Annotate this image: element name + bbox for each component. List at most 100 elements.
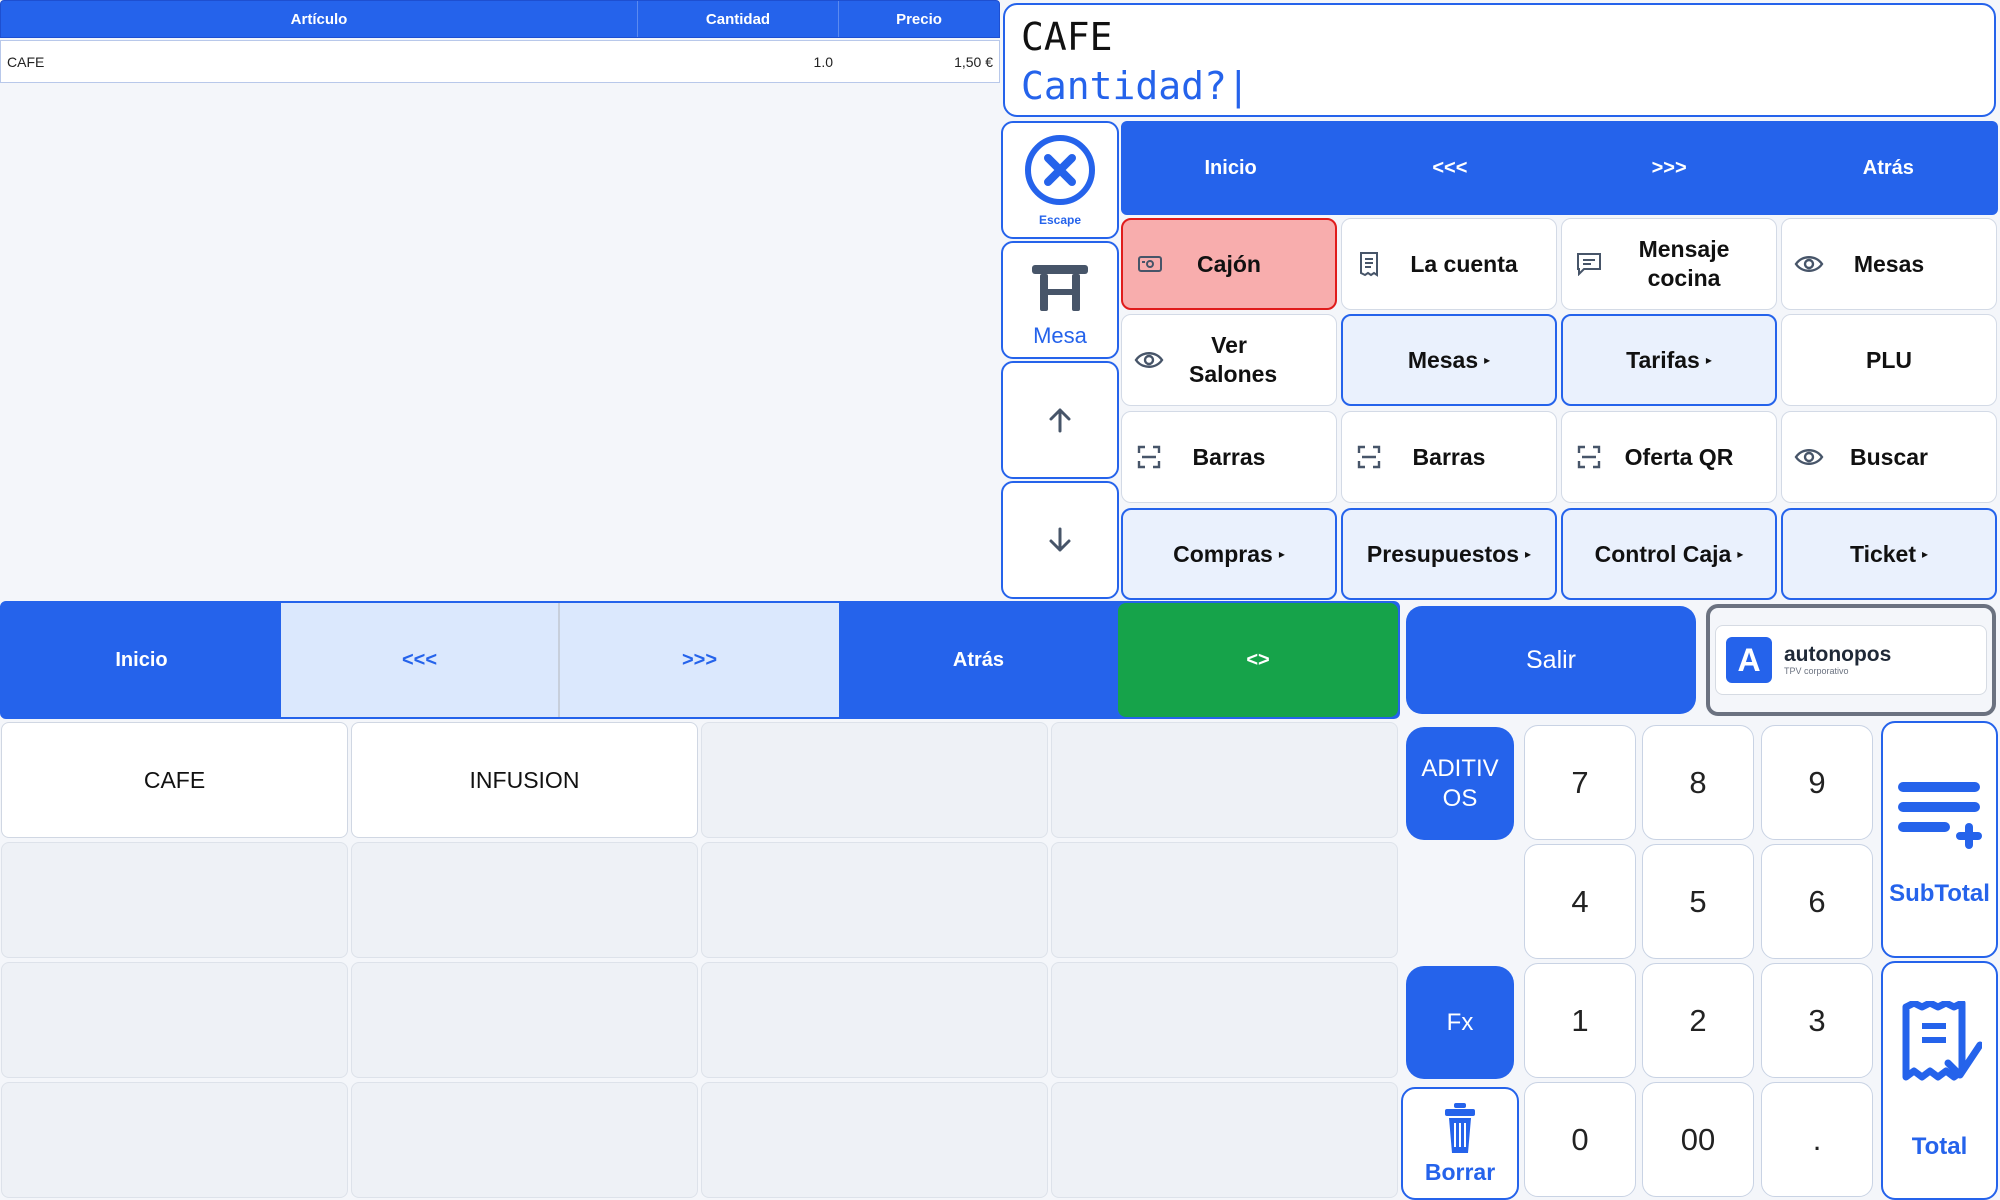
scan-frame-icon — [1354, 442, 1384, 472]
display-prompt: Cantidad?| — [1021, 64, 1250, 108]
key-decimal[interactable]: . — [1761, 1082, 1873, 1197]
brand-name: autonopos — [1784, 643, 1892, 666]
receipt-check-icon — [1902, 1000, 1982, 1080]
product-nav-next[interactable]: >>> — [560, 603, 839, 717]
buscar-button[interactable]: Buscar — [1781, 411, 1997, 503]
menu-nav-atras[interactable]: Atrás — [1779, 121, 1998, 215]
escape-label: Escape — [1038, 213, 1082, 227]
brand-panel: A autonopos TPV corporativo — [1706, 604, 1996, 716]
table-icon — [1032, 265, 1088, 311]
key-6[interactable]: 6 — [1761, 844, 1873, 959]
product-infusion[interactable]: INFUSION — [351, 722, 698, 838]
eye-icon — [1794, 442, 1824, 472]
submenu-arrow-icon: ▸ — [1737, 546, 1744, 561]
key-4[interactable]: 4 — [1524, 844, 1636, 959]
key-7[interactable]: 7 — [1524, 725, 1636, 840]
presupuestos-submenu-button[interactable]: Presupuestos ▸ — [1341, 508, 1557, 600]
product-empty[interactable] — [1051, 1082, 1398, 1198]
product-empty[interactable] — [351, 962, 698, 1078]
row-item: CAFE — [7, 53, 45, 70]
submenu-arrow-icon: ▸ — [1922, 546, 1929, 561]
menu-nav-inicio[interactable]: Inicio — [1121, 121, 1340, 215]
mensaje-cocina-button[interactable]: Mensaje cocina — [1561, 218, 1777, 310]
la-cuenta-button[interactable]: La cuenta — [1341, 218, 1557, 310]
key-2[interactable]: 2 — [1642, 963, 1754, 1078]
trash-icon — [1445, 1103, 1475, 1153]
key-3[interactable]: 3 — [1761, 963, 1873, 1078]
submenu-arrow-icon: ▸ — [1525, 546, 1532, 561]
oferta-qr-button[interactable]: Oferta QR — [1561, 411, 1777, 503]
eye-icon — [1794, 249, 1824, 279]
product-nav-bar: Inicio <<< >>> Atrás <> — [0, 601, 1400, 719]
tarifas-submenu-button[interactable]: Tarifas ▸ — [1561, 314, 1777, 406]
total-label: Total — [1911, 1132, 1968, 1160]
product-nav-prev[interactable]: <<< — [281, 603, 560, 717]
product-empty[interactable] — [701, 1082, 1048, 1198]
product-empty[interactable] — [1, 1082, 348, 1198]
control-caja-submenu-button[interactable]: Control Caja ▸ — [1561, 508, 1777, 600]
menu-nav-next[interactable]: >>> — [1560, 121, 1779, 215]
close-circle-icon — [1025, 135, 1095, 205]
product-empty[interactable] — [1, 842, 348, 958]
ver-salones-button[interactable]: Ver Salones — [1121, 314, 1337, 406]
message-icon — [1574, 249, 1604, 279]
cajon-button[interactable]: Cajón — [1121, 218, 1337, 310]
product-empty[interactable] — [1051, 962, 1398, 1078]
product-empty[interactable] — [1051, 842, 1398, 958]
autonopos-logo-icon: A — [1726, 637, 1772, 683]
subtotal-label: SubTotal — [1889, 879, 1990, 907]
scroll-down-button[interactable] — [1001, 481, 1119, 599]
mesa-button[interactable]: Mesa — [1001, 241, 1119, 359]
scroll-up-button[interactable] — [1001, 361, 1119, 479]
submenu-arrow-icon: ▸ — [1705, 352, 1712, 367]
ticket-submenu-button[interactable]: Ticket ▸ — [1781, 508, 1997, 600]
borrar-label: Borrar — [1424, 1159, 1496, 1185]
product-grid: CAFE INFUSION — [0, 722, 1400, 1200]
product-empty[interactable] — [1, 962, 348, 1078]
key-00[interactable]: 00 — [1642, 1082, 1754, 1197]
key-9[interactable]: 9 — [1761, 725, 1873, 840]
product-nav-atras[interactable]: Atrás — [839, 603, 1118, 717]
key-1[interactable]: 1 — [1524, 963, 1636, 1078]
input-display[interactable]: CAFE Cantidad?| — [1003, 3, 1996, 117]
key-0[interactable]: 0 — [1524, 1082, 1636, 1197]
display-product: CAFE — [1021, 15, 1113, 59]
product-empty[interactable] — [701, 962, 1048, 1078]
eye-icon — [1134, 345, 1164, 375]
product-empty[interactable] — [351, 1082, 698, 1198]
product-nav-inicio[interactable]: Inicio — [2, 603, 281, 717]
table-row[interactable]: CAFE 1.0 1,50 € — [0, 40, 1000, 83]
mesas-button[interactable]: Mesas — [1781, 218, 1997, 310]
barras-button-2[interactable]: Barras — [1341, 411, 1557, 503]
borrar-button[interactable]: Borrar — [1401, 1087, 1519, 1200]
list-add-icon — [1897, 781, 1982, 849]
product-empty[interactable] — [1051, 722, 1398, 838]
submenu-arrow-icon: ▸ — [1484, 352, 1491, 367]
escape-button[interactable]: Escape — [1001, 121, 1119, 239]
total-button[interactable]: Total — [1881, 961, 1998, 1200]
receipt-icon — [1354, 249, 1384, 279]
compras-submenu-button[interactable]: Compras ▸ — [1121, 508, 1337, 600]
scan-frame-icon — [1574, 442, 1604, 472]
product-nav-toggle[interactable]: <> — [1118, 603, 1398, 717]
scan-frame-icon — [1134, 442, 1164, 472]
plu-button[interactable]: PLU — [1781, 314, 1997, 406]
barras-button-1[interactable]: Barras — [1121, 411, 1337, 503]
mesas-submenu-button[interactable]: Mesas ▸ — [1341, 314, 1557, 406]
product-empty[interactable] — [701, 722, 1048, 838]
column-header-cantidad: Cantidad — [638, 1, 839, 37]
column-header-precio: Precio — [896, 10, 942, 28]
subtotal-button[interactable]: SubTotal — [1881, 721, 1998, 958]
row-price: 1,50 € — [954, 53, 993, 70]
cash-drawer-icon — [1135, 249, 1165, 279]
fx-button[interactable]: Fx — [1406, 966, 1514, 1079]
salir-button[interactable]: Salir — [1406, 606, 1696, 714]
menu-nav-prev[interactable]: <<< — [1340, 121, 1559, 215]
product-cafe[interactable]: CAFE — [1, 722, 348, 838]
product-empty[interactable] — [351, 842, 698, 958]
key-8[interactable]: 8 — [1642, 725, 1754, 840]
aditivos-button[interactable]: ADITIV OS — [1406, 727, 1514, 840]
key-5[interactable]: 5 — [1642, 844, 1754, 959]
ticket-list-area[interactable] — [0, 84, 1000, 600]
product-empty[interactable] — [701, 842, 1048, 958]
